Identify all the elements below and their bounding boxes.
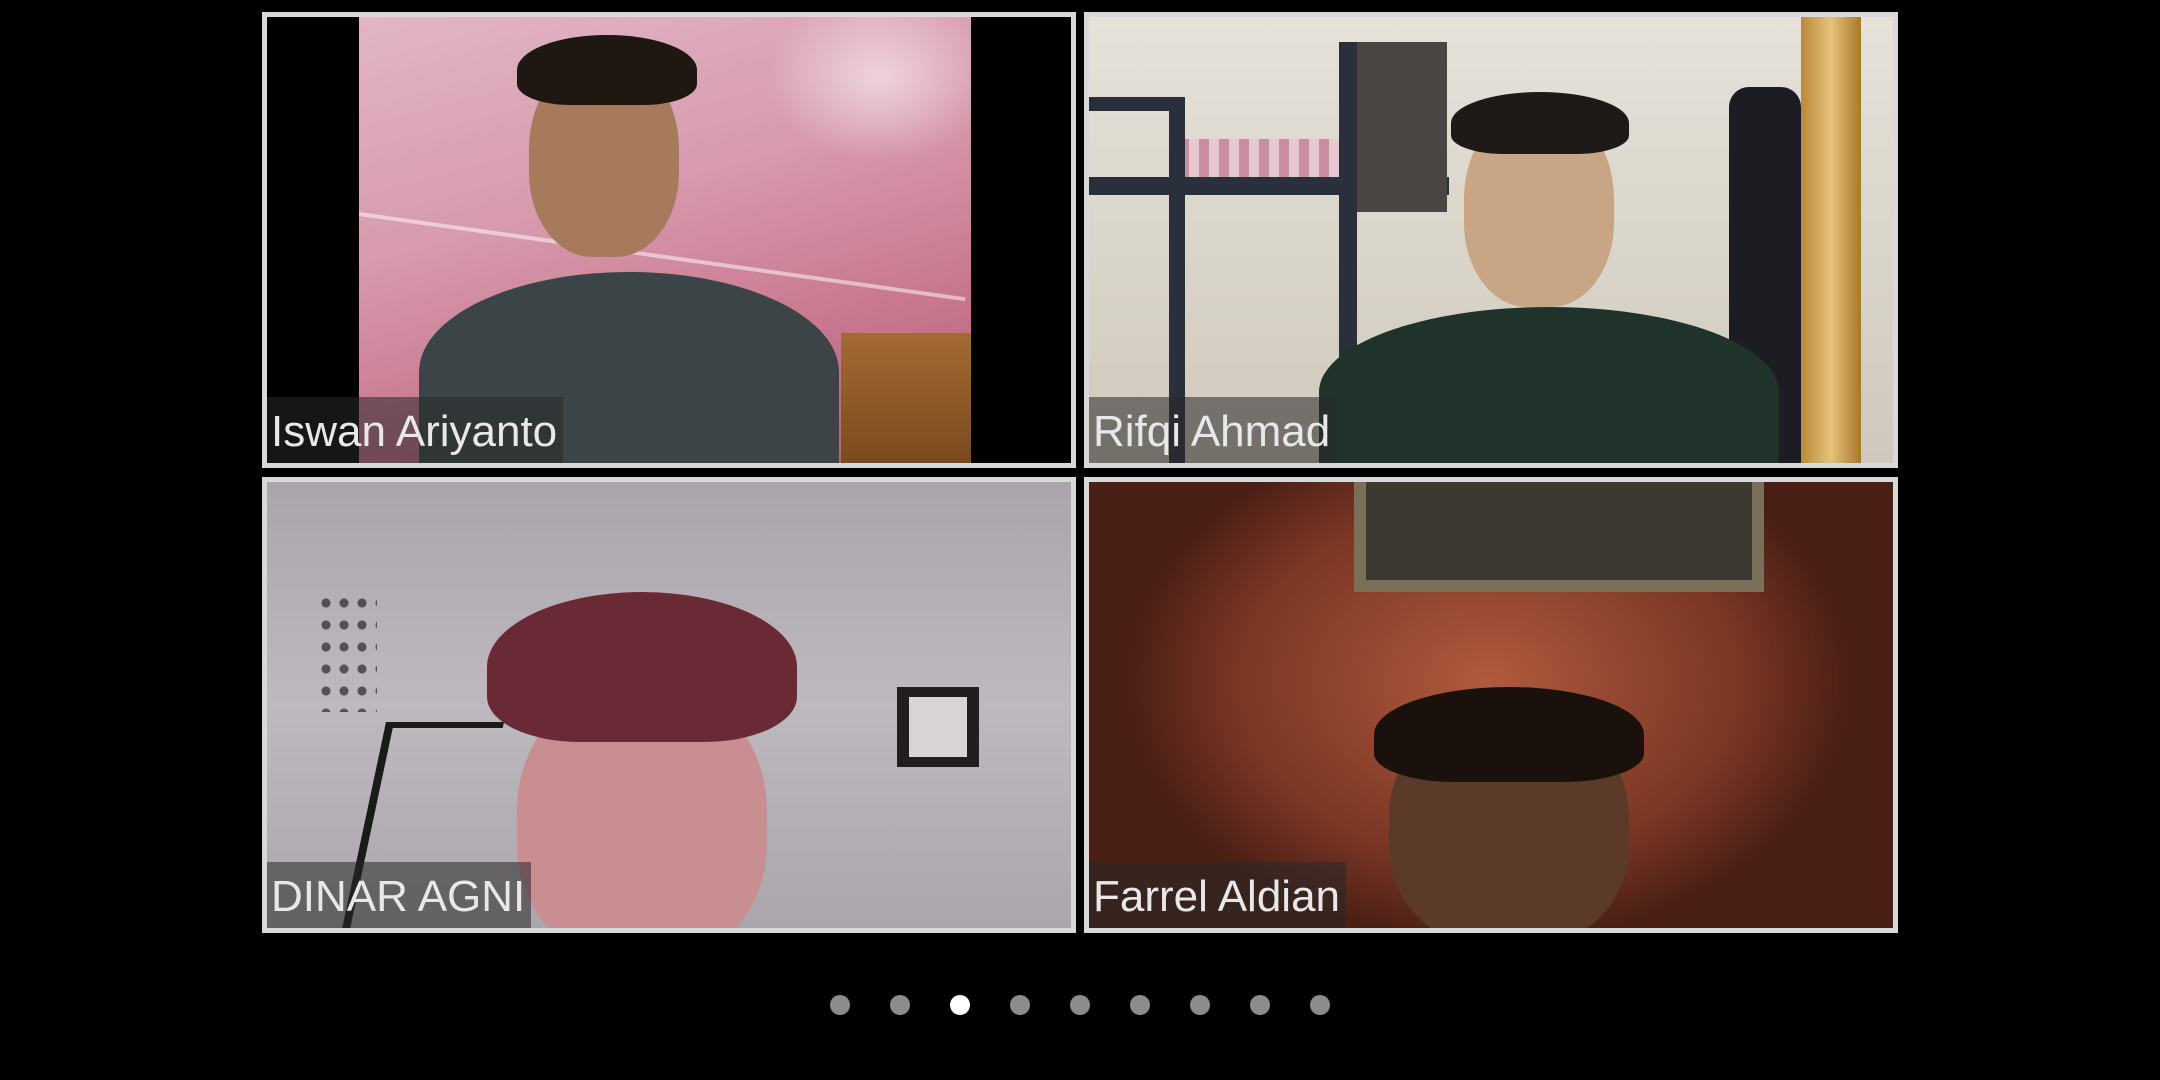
page-dot-1[interactable] <box>830 995 850 1015</box>
person-hair <box>1451 92 1629 154</box>
participant-name-label: Iswan Ariyanto <box>267 397 564 463</box>
page-dot-4[interactable] <box>1010 995 1030 1015</box>
gallery-page-indicator <box>0 993 2160 1017</box>
page-dot-5[interactable] <box>1070 995 1090 1015</box>
cabinet <box>841 333 971 463</box>
participant-name-label: Farrel Aldian <box>1089 862 1347 928</box>
person-hair <box>517 35 697 105</box>
participant-name-label: DINAR AGNI <box>267 862 532 928</box>
page-dot-2[interactable] <box>890 995 910 1015</box>
wall-photo-frame <box>897 687 979 767</box>
video-call-gallery: Iswan Ariyanto Rifqi Ahmad DINAR AGNI Fa… <box>0 0 2160 1080</box>
person-body <box>1319 307 1779 463</box>
wooden-post <box>1801 17 1861 463</box>
participant-tile-3[interactable]: DINAR AGNI <box>262 477 1076 933</box>
page-dot-3[interactable] <box>950 995 970 1015</box>
person-hair <box>1374 687 1644 782</box>
participant-tile-2[interactable]: Rifqi Ahmad <box>1084 12 1898 468</box>
page-dot-6[interactable] <box>1130 995 1150 1015</box>
wall-decoration <box>317 592 377 712</box>
wall-picture-frame <box>1354 482 1764 592</box>
page-dot-8[interactable] <box>1250 995 1270 1015</box>
page-dot-9[interactable] <box>1310 995 1330 1015</box>
person-hair <box>487 592 797 742</box>
page-dot-7[interactable] <box>1190 995 1210 1015</box>
participant-tile-4[interactable]: Farrel Aldian <box>1084 477 1898 933</box>
participant-tile-1[interactable]: Iswan Ariyanto <box>262 12 1076 468</box>
participant-name-label: Rifqi Ahmad <box>1089 397 1337 463</box>
